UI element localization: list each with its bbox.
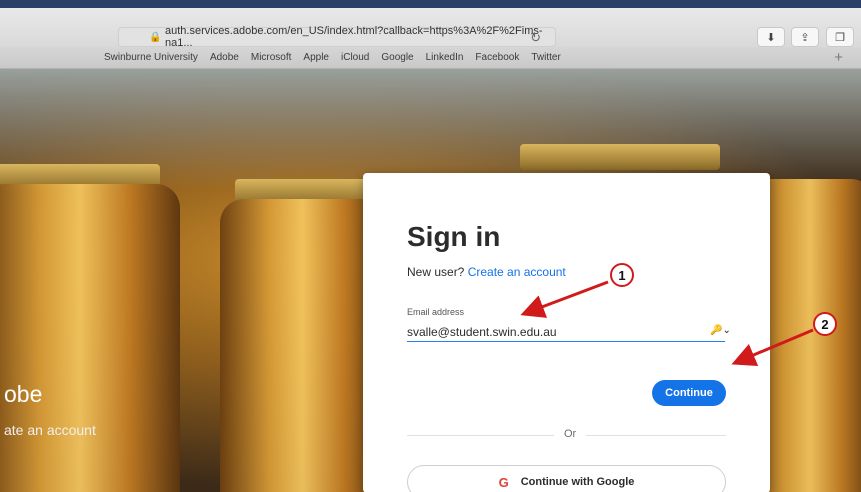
annotation-callout-1: 1 [610,263,634,287]
annotation-arrows [520,280,814,367]
annotation-callout-2: 2 [813,312,837,336]
arrow-2 [731,328,814,367]
arrow-1 [520,280,609,318]
